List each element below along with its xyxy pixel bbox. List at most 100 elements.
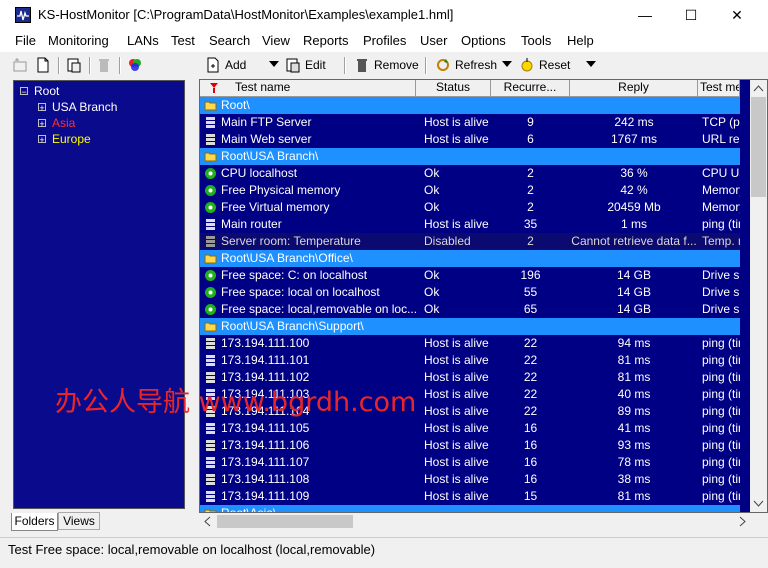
menu-options[interactable]: Options xyxy=(461,33,506,48)
delete-icon[interactable] xyxy=(96,57,112,73)
scroll-down-icon[interactable] xyxy=(750,495,767,512)
table-row[interactable]: 173.194.111.105 Host is alive 16 41 ms ping … xyxy=(200,420,740,437)
menu-test[interactable]: Test xyxy=(171,33,195,48)
folder-row[interactable]: Root\USA Branch\Support\ xyxy=(200,318,740,335)
close-button[interactable]: ✕ xyxy=(714,0,760,30)
cell-status: Host is alive xyxy=(424,489,489,503)
table-row[interactable]: Server room: Temperature Disabled 2 Cannot … xyxy=(200,233,740,250)
cell-rec: 55 xyxy=(523,285,538,299)
menu-monitoring[interactable]: Monitoring xyxy=(48,33,109,48)
add-label: Add xyxy=(225,58,247,72)
cell-method: ping (timing) xyxy=(702,472,740,486)
menu-reports[interactable]: Reports xyxy=(303,33,349,48)
expand-icon[interactable]: + xyxy=(38,119,46,129)
table-row[interactable]: Main Web server Host is alive 6 1767 ms URL … xyxy=(200,131,740,148)
expand-icon[interactable]: + xyxy=(38,135,46,145)
scroll-left-icon[interactable] xyxy=(199,513,216,530)
vertical-scroll-thumb[interactable] xyxy=(751,97,766,197)
menu-search[interactable]: Search xyxy=(209,33,250,48)
table-row[interactable]: 173.194.111.101 Host is alive 22 81 ms ping … xyxy=(200,352,740,369)
minimize-button[interactable]: — xyxy=(622,0,668,30)
table-row[interactable]: Free Physical memory Ok 2 42 % Memory xyxy=(200,182,740,199)
table-row[interactable]: 173.194.111.107 Host is alive 16 78 ms ping … xyxy=(200,454,740,471)
tree-item-label: Root xyxy=(34,84,60,98)
folder-row[interactable]: Root\Asia\ xyxy=(200,505,740,512)
column-reply[interactable]: Reply xyxy=(570,80,698,96)
cell-reply: 94 ms xyxy=(617,336,651,350)
table-row[interactable]: Free space: local,removable on loc... Ok 6… xyxy=(200,301,740,318)
new-folder-icon[interactable] xyxy=(12,57,28,73)
cell-test-name: Root\USA Branch\Office\ xyxy=(221,251,353,265)
table-row[interactable]: Main router Host is alive 35 1 ms ping (timi… xyxy=(200,216,740,233)
tab-folders[interactable]: Folders xyxy=(11,513,58,531)
refresh-label: Refresh xyxy=(455,58,498,72)
gear-ok-icon xyxy=(205,287,216,298)
maximize-button[interactable]: ☐ xyxy=(668,0,714,30)
column-test-method[interactable]: Test me xyxy=(698,80,740,96)
table-row[interactable]: 173.194.111.109 Host is alive 15 81 ms ping … xyxy=(200,488,740,505)
server-icon xyxy=(206,423,215,434)
tree-item-root[interactable]: − Root xyxy=(20,83,59,99)
table-row[interactable]: 173.194.111.100 Host is alive 22 94 ms ping … xyxy=(200,335,740,352)
reset-dropdown-arrow-icon[interactable] xyxy=(586,61,596,67)
refresh-button[interactable]: Refresh xyxy=(435,56,497,74)
cell-reply: 242 ms xyxy=(614,115,654,129)
menu-profiles[interactable]: Profiles xyxy=(363,33,406,48)
cell-reply: 14 GB xyxy=(616,285,652,299)
test-grid[interactable]: Test name Status Recurre... Reply Test m… xyxy=(199,79,768,513)
cell-status: Disabled xyxy=(424,234,471,248)
add-dropdown-arrow-icon[interactable] xyxy=(269,61,279,67)
table-row[interactable]: Free space: C: on localhost Ok 196 14 GB Dri… xyxy=(200,267,740,284)
folder-row[interactable]: Root\USA Branch\Office\ xyxy=(200,250,740,267)
cell-method: ping (timing) xyxy=(702,353,740,367)
table-row[interactable]: 173.194.111.106 Host is alive 16 93 ms ping … xyxy=(200,437,740,454)
cell-status: Host is alive xyxy=(424,455,489,469)
horizontal-scrollbar[interactable] xyxy=(199,513,751,530)
column-status[interactable]: Status xyxy=(416,80,491,96)
table-row[interactable]: 173.194.111.108 Host is alive 16 38 ms ping … xyxy=(200,471,740,488)
menu-file[interactable]: File xyxy=(15,33,36,48)
tab-views[interactable]: Views xyxy=(58,512,100,530)
table-row[interactable]: Free Virtual memory Ok 2 20459 Mb Memory xyxy=(200,199,740,216)
remove-button[interactable]: Remove xyxy=(354,56,419,74)
add-button[interactable]: Add xyxy=(205,56,246,74)
color-palette-icon[interactable] xyxy=(127,57,143,73)
cell-method: ping (timing) xyxy=(702,438,740,452)
table-row[interactable]: Main FTP Server Host is alive 9 242 ms TCP (… xyxy=(200,114,740,131)
menu-tools[interactable]: Tools xyxy=(521,33,551,48)
tree-item-asia[interactable]: + Asia xyxy=(38,115,75,131)
folder-tree[interactable]: − Root + USA Branch + Asia + Europe xyxy=(13,80,185,509)
new-file-icon[interactable] xyxy=(35,57,51,73)
cell-reply: 1 ms xyxy=(620,217,647,231)
menu-help[interactable]: Help xyxy=(567,33,594,48)
cell-reply: 14 GB xyxy=(616,302,652,316)
column-label: Test name xyxy=(235,80,291,94)
status-text: Test Free space: local,removable on loca… xyxy=(8,542,376,557)
reset-button[interactable]: Reset xyxy=(519,56,570,74)
menu-user[interactable]: User xyxy=(420,33,447,48)
vertical-scrollbar[interactable] xyxy=(750,80,767,512)
expand-icon[interactable]: + xyxy=(38,103,46,113)
cell-method: Drive space xyxy=(702,285,740,299)
column-recurrences[interactable]: Recurre... xyxy=(491,80,570,96)
folder-row[interactable]: Root\ xyxy=(200,97,740,114)
refresh-dropdown-arrow-icon[interactable] xyxy=(502,61,512,67)
menu-view[interactable]: View xyxy=(262,33,290,48)
horizontal-scroll-thumb[interactable] xyxy=(217,515,353,528)
collapse-icon[interactable]: − xyxy=(20,87,28,97)
scroll-up-icon[interactable] xyxy=(750,80,767,97)
menu-lans[interactable]: LANs xyxy=(127,33,159,48)
table-row[interactable]: Free space: local on localhost Ok 55 14 GB D… xyxy=(200,284,740,301)
tree-item-europe[interactable]: + Europe xyxy=(38,131,91,147)
cell-test-name: 173.194.111.107 xyxy=(221,455,310,469)
properties-icon[interactable] xyxy=(66,57,82,73)
cell-status: Ok xyxy=(424,268,440,282)
edit-button[interactable]: Edit xyxy=(285,56,326,74)
tree-item-usa-branch[interactable]: + USA Branch xyxy=(38,99,117,115)
table-row[interactable]: CPU localhost Ok 2 36 % CPU Usage xyxy=(200,165,740,182)
folder-row[interactable]: Root\USA Branch\ xyxy=(200,148,740,165)
column-test-name[interactable]: Test name xyxy=(200,80,416,96)
cell-rec: 22 xyxy=(523,353,538,367)
cell-rec: 6 xyxy=(527,132,534,146)
scroll-right-icon[interactable] xyxy=(734,513,751,530)
